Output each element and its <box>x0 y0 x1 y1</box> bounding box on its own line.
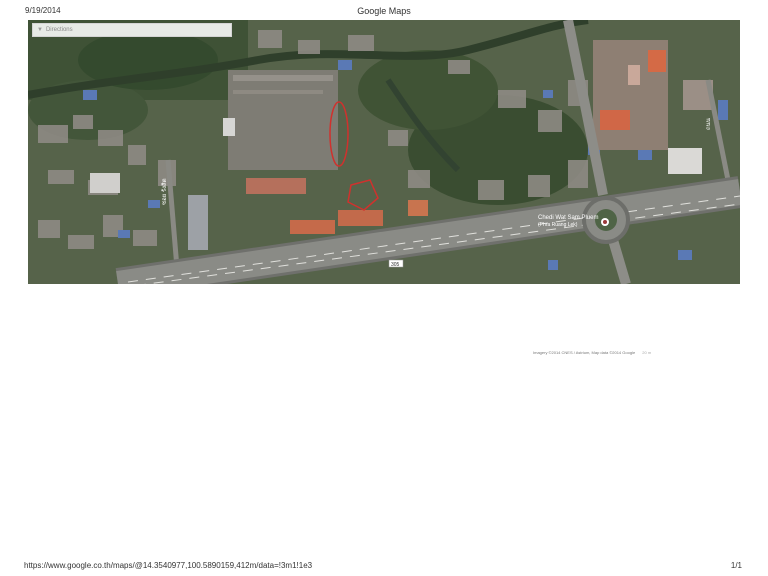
highway-shield: 305 <box>391 262 400 268</box>
satellite-map[interactable]: Chedi Wat Sam Pluem (Phra Ruang Lek) 305… <box>28 20 740 284</box>
page-number: 1/1 <box>730 561 742 570</box>
footer-url: https://www.google.co.th/maps/@14.354097… <box>24 561 313 570</box>
page-title: Google Maps <box>357 6 411 16</box>
directions-icon: ▼ <box>37 27 43 33</box>
place-label: Chedi Wat Sam Pluem <box>538 215 598 221</box>
map-attribution: Imagery ©2014 CNES / Astrium, Map data ©… <box>533 350 651 355</box>
directions-search-box[interactable]: ▼ Directions <box>32 23 232 37</box>
directions-placeholder: Directions <box>45 27 73 33</box>
scale-label: 20 m <box>642 350 652 355</box>
satellite-imagery: Chedi Wat Sam Pluem (Phra Ruang Lek) 305… <box>28 20 740 284</box>
road-label-left: ซอย รังสิต <box>161 178 168 205</box>
road-label-right: ถนน <box>706 118 712 130</box>
attribution-text: Imagery ©2014 CNES / Astrium, Map data ©… <box>533 350 636 355</box>
place-label-sub: (Phra Ruang Lek) <box>538 222 578 228</box>
